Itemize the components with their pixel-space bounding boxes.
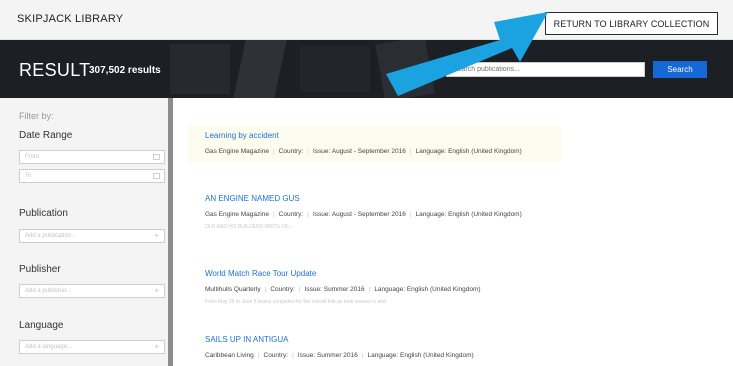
result-title-link[interactable]: World Match Race Tour Update [205,269,544,278]
top-bar: SKIPJACK LIBRARY RETURN TO LIBRARY COLLE… [0,0,733,40]
page-title: RESULT [19,60,91,80]
result-title-link[interactable]: SAILS UP IN ANTIGUA [205,335,544,344]
result-language: Language: English (United Kingdom) [415,211,522,218]
publication-field[interactable]: Add a publication... + [19,229,165,243]
result-count: 307,502 results [89,65,161,76]
result-item[interactable]: AN ENGINE NAMED GUS Gas Engine Magazine |… [188,189,561,235]
results-list: Learning by accident Gas Engine Magazine… [188,98,733,366]
result-issue: Issue: Summer 2016 [304,286,365,293]
result-issue: Issue: Summer 2016 [297,352,358,359]
result-meta: Caribbean Living | Country: | Issue: Summer … [205,352,474,359]
result-publication: Multihulls Quarterly [205,286,261,293]
filter-by-label: Filter by: [19,111,54,121]
result-language: Language: English (United Kingdom) [367,352,474,359]
brand-name[interactable]: SKIPJACK LIBRARY [17,13,123,25]
date-range-title: Date Range [19,130,73,141]
result-snippet: OLD AND HIS BUILDERS WRITE OF... [205,224,293,230]
publisher-field[interactable]: Add a publisher... + [19,284,165,298]
result-title-link[interactable]: Learning by accident [205,131,544,140]
result-meta: Multihulls Quarterly | Country: | Issue: Sum… [205,286,481,293]
results-hero: RESULT 307,502 results Search [0,40,733,98]
result-item[interactable]: World Match Race Tour Update Multihulls … [188,264,561,310]
add-icon[interactable]: + [154,286,159,295]
result-item[interactable]: Learning by accident Gas Engine Magazine… [188,126,561,162]
publisher-title: Publisher [19,264,61,275]
result-country: Country: [270,286,295,293]
add-icon[interactable]: + [154,231,159,240]
result-meta: Gas Engine Magazine | Country: | Issue: Augu… [205,148,522,155]
publication-placeholder: Add a publication... [25,233,77,239]
date-from-placeholder: From [25,154,39,160]
add-icon[interactable]: + [154,342,159,351]
result-country: Country: [278,211,304,218]
date-from-field[interactable]: From [19,150,165,164]
date-to-placeholder: To [25,173,32,179]
calendar-icon[interactable] [153,154,160,160]
result-meta: Gas Engine Magazine | Country: | Issue: Augu… [205,211,522,218]
result-snippet: From May 26 to June 5 teams competed for… [205,299,386,305]
date-to-field[interactable]: To [19,169,165,183]
result-item[interactable]: SAILS UP IN ANTIGUA Caribbean Living | Cou… [188,330,561,366]
calendar-icon[interactable] [153,173,160,179]
return-to-library-button[interactable]: RETURN TO LIBRARY COLLECTION [545,12,718,35]
language-field[interactable]: Add a language... + [19,340,165,354]
result-publication: Caribbean Living [205,352,254,359]
result-title-link[interactable]: AN ENGINE NAMED GUS [205,194,544,203]
language-title: Language [19,320,64,331]
result-issue: Issue: August - September 2016 [312,211,406,218]
result-country: Country: [263,352,289,359]
result-language: Language: English (United Kingdom) [415,148,522,155]
result-language: Language: English (United Kingdom) [374,286,481,293]
result-country: Country: [278,148,304,155]
publication-title: Publication [19,208,68,219]
filter-sidebar: Filter by: Date Range From To Publicatio… [0,98,173,366]
search-button[interactable]: Search [653,61,707,78]
publisher-placeholder: Add a publisher... [25,288,72,294]
result-publication: Gas Engine Magazine [205,211,269,218]
sidebar-scrollbar[interactable] [168,98,173,366]
result-publication: Gas Engine Magazine [205,148,269,155]
language-placeholder: Add a language... [25,344,73,350]
result-issue: Issue: August - September 2016 [312,148,406,155]
